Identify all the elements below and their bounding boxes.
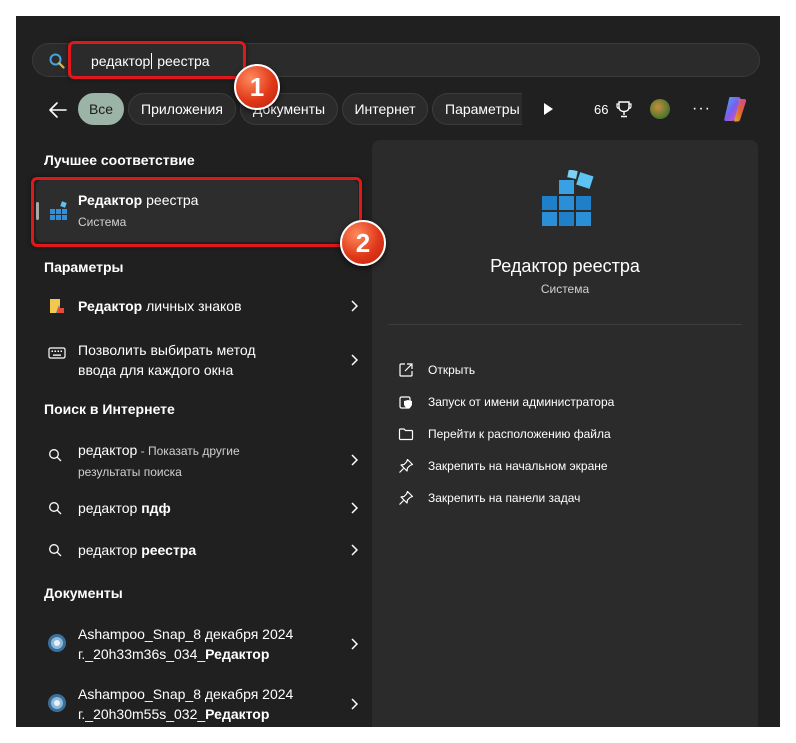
rewards-points: 66 — [594, 102, 609, 117]
chevron-right-icon — [351, 454, 358, 466]
open-external-icon — [399, 363, 413, 377]
step-badge-1: 1 — [234, 64, 280, 110]
details-subtitle: Система — [540, 282, 590, 296]
copilot-icon[interactable] — [722, 95, 752, 123]
documents-heading: Документы — [44, 585, 123, 601]
scroll-right-icon[interactable] — [542, 102, 554, 116]
details-title: Редактор реестра — [490, 256, 640, 276]
start-search-panel: редактор реестра Все Приложения Документ… — [16, 16, 780, 727]
folder-icon — [398, 428, 414, 441]
filter-apps[interactable]: Приложения — [128, 93, 236, 125]
registry-editor-icon — [542, 170, 594, 226]
character-editor-icon — [50, 299, 64, 313]
pin-icon — [399, 458, 414, 473]
web-result-3[interactable]: редактор реестра — [36, 540, 358, 560]
divider — [388, 324, 742, 325]
avatar[interactable] — [650, 99, 670, 119]
search-icon — [49, 544, 62, 557]
list-item-label: Ashampoo_Snap_8 декабря 2024 г._20h33m36s… — [78, 626, 294, 662]
list-item-label: редактор - Показать другие результаты пои… — [78, 442, 240, 479]
document-item-1[interactable]: Ashampoo_Snap_8 декабря 2024 г._20h33m36s… — [36, 624, 358, 664]
list-item-label: редактор пдф — [78, 500, 171, 516]
filter-settings[interactable]: Параметры — [432, 93, 522, 125]
filter-all[interactable]: Все — [78, 93, 124, 125]
search-icon — [49, 449, 62, 462]
web-result-2[interactable]: редактор пдф — [36, 498, 358, 518]
chevron-right-icon — [351, 544, 358, 556]
list-item-label: Редактор личных знаков — [78, 298, 242, 314]
highlight-best-match — [31, 177, 362, 247]
web-result-1[interactable]: редактор - Показать другие результаты пои… — [36, 440, 358, 480]
web-search-heading: Поиск в Интернете — [44, 401, 175, 417]
pin-icon — [399, 490, 414, 505]
search-icon — [49, 502, 62, 515]
list-item-input-method[interactable]: Позволить выбирать метод ввода для каждог… — [36, 340, 358, 380]
highlight-search-box — [68, 41, 246, 79]
chevron-right-icon — [351, 300, 358, 312]
best-match-heading: Лучшее соответствие — [44, 152, 195, 168]
list-item-label: Позволить выбирать метод ввода для каждог… — [78, 342, 256, 378]
details-pane: Редактор реестра Система Открыть Запуск … — [372, 140, 758, 727]
search-icon — [49, 53, 65, 69]
list-item-label: Ashampoo_Snap_8 декабря 2024 г._20h30m55s… — [78, 686, 294, 722]
shield-icon — [399, 396, 412, 409]
back-arrow-icon[interactable] — [46, 98, 70, 122]
ashampoo-snap-icon — [48, 634, 66, 652]
settings-heading: Параметры — [44, 259, 124, 275]
list-item-label: редактор реестра — [78, 542, 197, 558]
trophy-icon[interactable] — [616, 100, 632, 118]
ashampoo-snap-icon — [48, 694, 66, 712]
chevron-right-icon — [351, 638, 358, 650]
list-item-character-editor[interactable]: Редактор личных знаков — [36, 296, 358, 316]
chevron-right-icon — [351, 698, 358, 710]
filter-internet[interactable]: Интернет — [342, 93, 428, 125]
step-badge-2: 2 — [340, 220, 386, 266]
more-options-icon[interactable]: ··· — [692, 100, 711, 118]
chevron-right-icon — [351, 354, 358, 366]
document-item-2[interactable]: Ashampoo_Snap_8 декабря 2024 г._20h30m55s… — [36, 684, 358, 724]
chevron-right-icon — [351, 502, 358, 514]
keyboard-icon — [48, 347, 66, 359]
